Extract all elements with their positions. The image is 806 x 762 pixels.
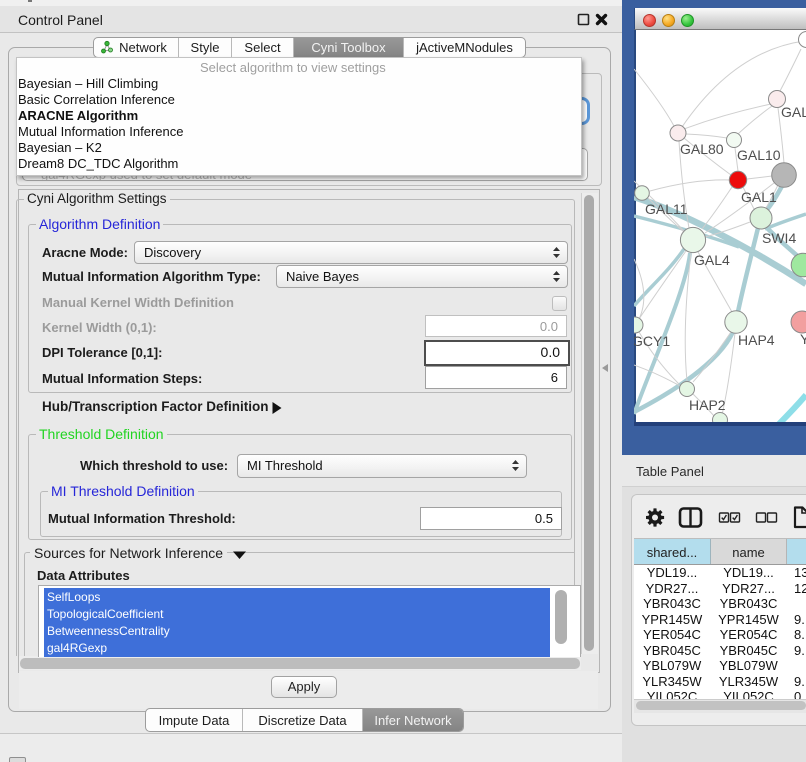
svg-text:GAL80: GAL80 bbox=[680, 141, 724, 157]
svg-text:GAL11: GAL11 bbox=[645, 201, 688, 217]
svg-text:GAL1: GAL1 bbox=[741, 189, 777, 205]
svg-text:GAL4: GAL4 bbox=[694, 252, 730, 268]
svg-text:Y: Y bbox=[800, 331, 806, 347]
svg-text:GAL10: GAL10 bbox=[737, 147, 781, 163]
svg-text:SWI4: SWI4 bbox=[762, 230, 796, 246]
svg-text:GCY1: GCY1 bbox=[634, 333, 670, 349]
svg-text:HAP4: HAP4 bbox=[738, 332, 775, 348]
svg-text:GAL: GAL bbox=[781, 104, 806, 120]
svg-text:HAP2: HAP2 bbox=[689, 397, 726, 413]
